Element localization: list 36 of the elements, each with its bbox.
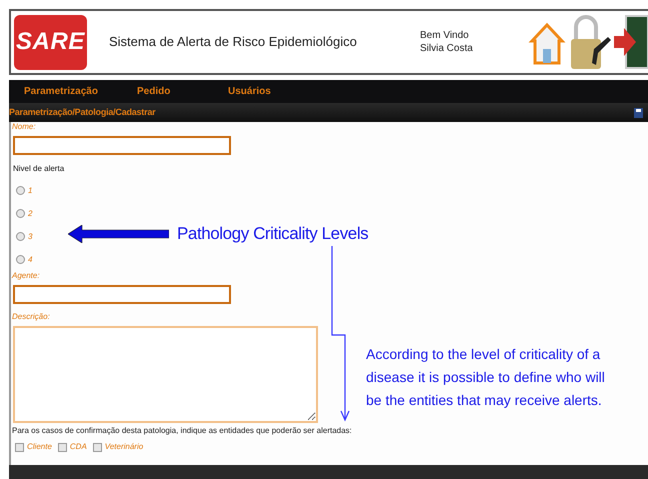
radio-label: 1 [28, 186, 32, 196]
logo: SARE [14, 14, 87, 70]
field-label: Agente: [12, 271, 40, 281]
arrow-left-icon [68, 224, 169, 243]
radio-button[interactable] [16, 209, 25, 218]
welcome-text: Bem Vindo [420, 29, 470, 42]
checkbox[interactable] [92, 442, 102, 452]
description-text-area[interactable] [13, 326, 318, 423]
agent-input-field[interactable] [13, 285, 231, 304]
instruction-text: Para os casos de confirmação desta patologia, indique as entidades que poderão ser alertadas: [12, 425, 352, 437]
menu-item[interactable]: Usuários [228, 84, 308, 99]
checkbox-label: Veterinário [104, 442, 144, 452]
save-icon[interactable] [634, 108, 643, 118]
checkbox[interactable] [58, 442, 67, 452]
checkbox[interactable] [15, 442, 24, 452]
field-label: Nome: [12, 122, 36, 132]
radio-label: 2 [28, 208, 32, 218]
menu-item[interactable]: Parametrização [24, 84, 137, 99]
user-name: Silvia Costa [420, 42, 473, 55]
padlock-key-icon[interactable] [568, 13, 612, 71]
exit-door-icon[interactable] [614, 14, 648, 70]
checkbox-label: Cliente [27, 442, 52, 452]
app-title: Sistema de Alerta de Risco Epidemiológico [109, 33, 358, 52]
radio-button[interactable] [16, 186, 25, 195]
breadcrumb-text: Parametrização/Patologia/Cadastrar [9, 106, 156, 119]
menu-item[interactable]: Pedido [137, 84, 228, 99]
radio-button[interactable] [16, 232, 25, 241]
field-label: Nivel de alerta [13, 163, 64, 175]
checkbox-label: CDA [70, 442, 87, 452]
radio-button[interactable] [16, 255, 25, 264]
field-label: Descrição: [12, 312, 50, 322]
radio-label: 3 [28, 232, 32, 242]
annotation-text: According to the level of criticality of a disease it is possible to define who will be the entities that may receive alerts. [366, 345, 606, 410]
name-input-field[interactable] [13, 136, 231, 155]
radio-label: 4 [28, 254, 32, 264]
annotation-label: Pathology Criticality Levels [177, 223, 368, 245]
